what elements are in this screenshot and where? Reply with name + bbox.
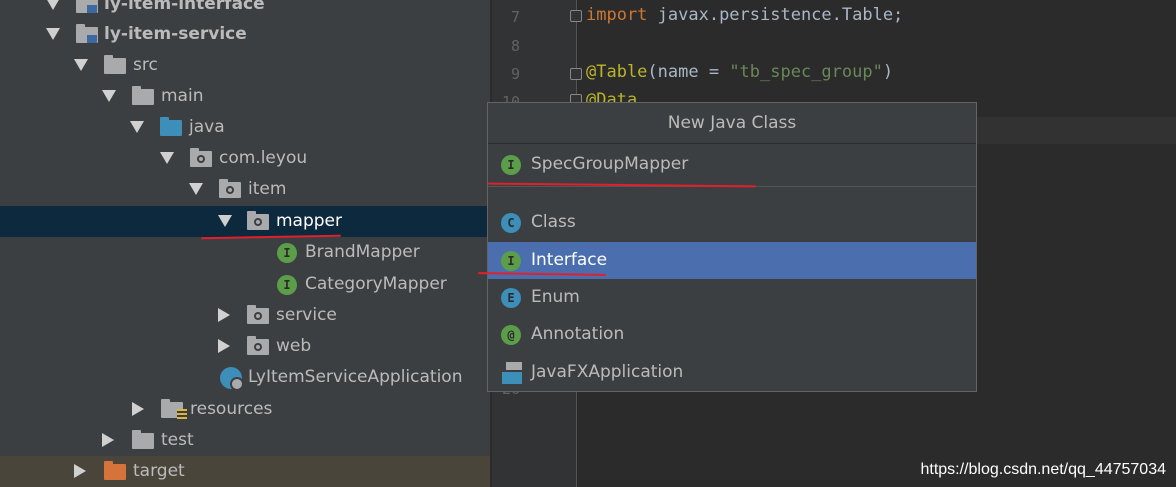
line-number: 7 [510, 8, 520, 26]
javafx-icon [502, 362, 522, 384]
tree-item-target[interactable]: target [0, 456, 490, 487]
kind-label: Enum [531, 287, 580, 307]
expand-arrow-icon[interactable] [189, 183, 203, 195]
kind-item-class[interactable]: C Class [488, 204, 976, 241]
spring-boot-class-icon [220, 367, 244, 391]
fold-marker-icon[interactable] [570, 68, 582, 80]
dialog-title: New Java Class [488, 103, 976, 144]
folder-icon [132, 86, 154, 105]
class-name-field[interactable]: I [488, 144, 976, 187]
line-number: 9 [510, 65, 520, 83]
folder-icon [104, 55, 126, 74]
collapse-arrow-icon[interactable] [218, 308, 230, 322]
module-folder-icon [76, 24, 98, 43]
tree-item-label: test [161, 430, 194, 450]
tree-item-item[interactable]: item [0, 174, 490, 205]
expand-arrow-icon[interactable] [102, 90, 116, 102]
collapse-arrow-icon[interactable] [132, 402, 144, 416]
new-java-class-dialog: New Java Class I C Class I Interface E E… [487, 102, 977, 392]
expand-arrow-icon[interactable] [130, 121, 144, 133]
tree-item-label: item [248, 179, 287, 199]
interface-icon: I [277, 275, 297, 295]
package-icon [219, 179, 241, 198]
collapse-arrow-icon[interactable] [74, 464, 86, 478]
tree-item-label: resources [190, 399, 273, 419]
code-line-7[interactable]: import javax.persistence.Table; [586, 5, 903, 25]
tree-item-label: target [133, 461, 185, 481]
interface-icon: I [501, 251, 521, 271]
tree-item-label: src [133, 55, 158, 75]
tree-item-label: LyItemServiceApplication [248, 367, 463, 387]
kind-item-annotation[interactable]: @ Annotation [488, 316, 976, 353]
tree-item-java[interactable]: java [0, 112, 490, 143]
tree-item-lyitemserviceapplication[interactable]: LyItemServiceApplication [0, 362, 490, 393]
class-name-input[interactable] [531, 154, 931, 174]
excluded-folder-icon [104, 461, 126, 480]
interface-icon: I [277, 243, 297, 263]
tree-item-src[interactable]: src [0, 50, 490, 81]
tree-item-label: CategoryMapper [305, 274, 447, 294]
package-icon [190, 148, 212, 167]
code-text: (name = [647, 62, 730, 82]
package-icon [247, 305, 269, 324]
tree-item-ly-item-service[interactable]: ly-item-service [0, 19, 490, 50]
class-icon: C [501, 213, 521, 233]
project-tree: ly-item-interface ly-item-service src ma… [0, 0, 490, 487]
tree-item-label: web [276, 336, 312, 356]
source-folder-icon [160, 117, 182, 136]
code-line-9[interactable]: @Table(name = "tb_spec_group") [586, 62, 893, 82]
line-number: 8 [510, 37, 520, 55]
package-icon [247, 336, 269, 355]
expand-arrow-icon[interactable] [74, 59, 88, 71]
code-text: javax.persistence.Table; [647, 5, 904, 25]
expand-arrow-icon[interactable] [160, 152, 174, 164]
collapse-arrow-icon[interactable] [218, 339, 230, 353]
folder-icon [132, 430, 154, 449]
expand-arrow-icon[interactable] [46, 28, 60, 40]
tree-item-test[interactable]: test [0, 425, 490, 456]
code-annotation: @Table [586, 62, 648, 82]
tree-item-label: mapper [276, 211, 343, 231]
kind-label: JavaFXApplication [531, 362, 684, 382]
tree-item-main[interactable]: main [0, 81, 490, 112]
tree-item-com-leyou[interactable]: com.leyou [0, 143, 490, 174]
resources-folder-icon [161, 399, 187, 419]
tree-item-web[interactable]: web [0, 331, 490, 362]
watermark: https://blog.csdn.net/qq_44757034 [920, 461, 1166, 478]
interface-icon: I [501, 155, 521, 175]
tree-item-label: service [276, 305, 337, 325]
tree-item-label: ly-item-interface [104, 0, 265, 14]
code-text: ) [882, 62, 894, 82]
fold-marker-icon[interactable] [570, 10, 582, 22]
tree-item-categorymapper[interactable]: I CategoryMapper [0, 269, 490, 300]
annotation-icon: @ [501, 325, 521, 345]
kind-item-enum[interactable]: E Enum [488, 279, 976, 316]
enum-icon: E [501, 288, 521, 308]
kind-label: Annotation [531, 324, 625, 344]
tree-item-mapper[interactable]: mapper [0, 206, 490, 237]
code-string: "tb_spec_group" [729, 62, 883, 82]
tree-item-label: BrandMapper [305, 242, 420, 262]
tree-item-label: main [161, 86, 204, 106]
module-folder-icon [76, 0, 98, 13]
kind-item-javafxapplication[interactable]: JavaFXApplication [488, 354, 976, 391]
tree-item-ly-item-interface[interactable]: ly-item-interface [0, 0, 490, 20]
tree-item-label: java [189, 117, 225, 137]
code-keyword: import [586, 5, 648, 25]
package-icon [247, 211, 269, 230]
tree-item-label: ly-item-service [104, 24, 247, 44]
expand-arrow-icon[interactable] [46, 0, 60, 10]
kind-label: Interface [531, 250, 608, 270]
tree-item-resources[interactable]: resources [0, 394, 490, 425]
tree-item-label: com.leyou [219, 148, 308, 168]
collapse-arrow-icon[interactable] [102, 433, 114, 447]
expand-arrow-icon[interactable] [218, 215, 232, 227]
tree-item-brandmapper[interactable]: I BrandMapper [0, 237, 490, 268]
tree-item-service[interactable]: service [0, 300, 490, 331]
kind-label: Class [531, 212, 576, 232]
